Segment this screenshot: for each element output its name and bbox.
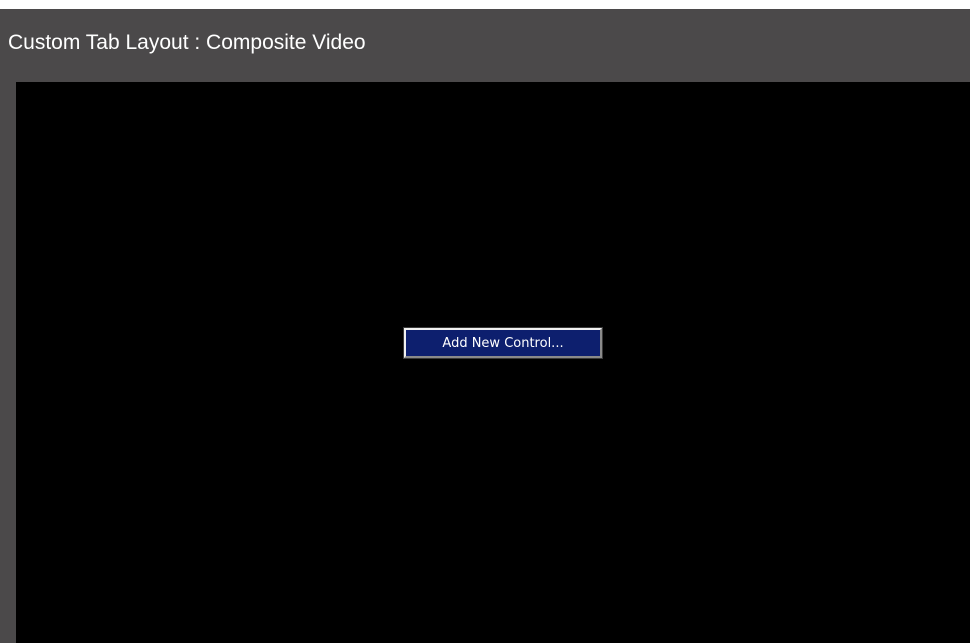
layout-canvas[interactable]: Add New Control... xyxy=(16,82,970,643)
custom-tab-layout-window: Custom Tab Layout : Composite Video Add … xyxy=(0,9,970,643)
add-new-control-button[interactable]: Add New Control... xyxy=(403,327,603,359)
window-title: Custom Tab Layout : Composite Video xyxy=(8,31,366,54)
